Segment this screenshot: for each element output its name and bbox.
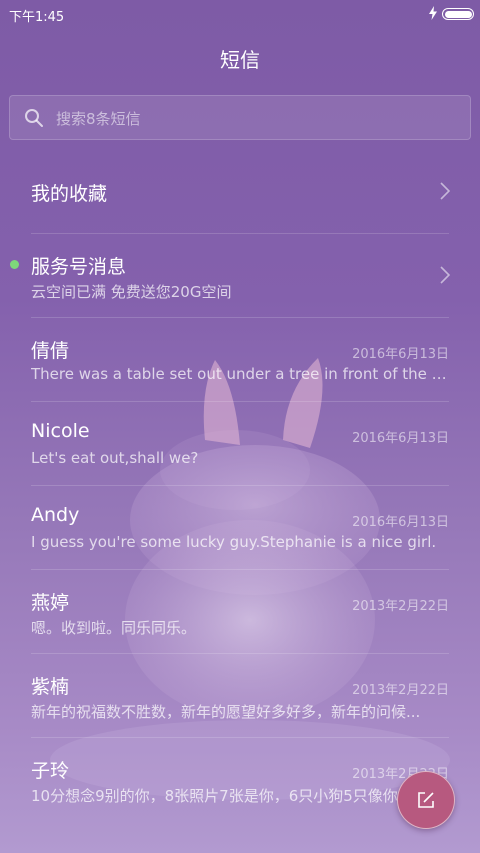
message-preview: 新年的祝福数不胜数，新年的愿望好多好多，新年的问候... — [31, 703, 421, 721]
favorites-row[interactable]: 我的收藏 — [0, 150, 480, 234]
unread-dot — [10, 260, 19, 269]
service-subtitle: 云空间已满 免费送您20G空间 — [31, 283, 232, 301]
message-date: 2013年2月22日 — [352, 599, 449, 614]
bolt-icon — [429, 6, 437, 20]
page-title: 短信 — [220, 48, 260, 72]
compose-icon — [418, 792, 434, 808]
message-date: 2016年6月13日 — [352, 347, 449, 362]
compose-button[interactable] — [397, 771, 455, 829]
search-icon — [25, 109, 43, 127]
status-time: 下午1:45 — [9, 10, 65, 25]
status-bar: 下午1:45 — [0, 0, 480, 28]
message-date: 2016年6月13日 — [352, 515, 449, 530]
contact-name: Nicole — [31, 420, 90, 442]
chevron-right-icon — [440, 266, 450, 284]
message-date: 2013年2月22日 — [352, 683, 449, 698]
message-preview: 嗯。收到啦。同乐同乐。 — [31, 619, 197, 637]
chevron-right-icon — [440, 182, 450, 200]
conversation-row[interactable]: 燕婷 2013年2月22日 嗯。收到啦。同乐同乐。 — [0, 570, 480, 654]
contact-name: Andy — [31, 504, 80, 526]
battery-icon — [442, 8, 474, 20]
conversation-row[interactable]: 紫楠 2013年2月22日 新年的祝福数不胜数，新年的愿望好多好多，新年的问候.… — [0, 654, 480, 738]
conversation-row[interactable]: 倩倩 2016年6月13日 There was a table set out … — [0, 318, 480, 402]
contact-name: 倩倩 — [31, 340, 70, 362]
service-messages-row[interactable]: 服务号消息 云空间已满 免费送您20G空间 — [0, 234, 480, 318]
conversation-row[interactable]: Nicole 2016年6月13日 Let's eat out,shall we… — [0, 402, 480, 486]
conversation-row[interactable]: Andy 2016年6月13日 I guess you're some luck… — [0, 486, 480, 570]
contact-name: 子玲 — [31, 760, 70, 782]
search-input[interactable]: 搜索8条短信 — [9, 95, 471, 140]
message-preview: 10分想念9别的你，8张照片7张是你，6只小狗5只像你... — [31, 787, 413, 805]
message-preview: There was a table set out under a tree i… — [31, 365, 449, 383]
favorites-label: 我的收藏 — [31, 183, 108, 205]
contact-name: 紫楠 — [31, 676, 70, 698]
message-preview: I guess you're some lucky guy.Stephanie … — [31, 533, 437, 551]
message-preview: Let's eat out,shall we? — [31, 449, 199, 467]
search-placeholder: 搜索8条短信 — [56, 110, 141, 128]
contact-name: 燕婷 — [31, 592, 70, 614]
message-date: 2016年6月13日 — [352, 431, 449, 446]
service-title: 服务号消息 — [31, 256, 127, 278]
